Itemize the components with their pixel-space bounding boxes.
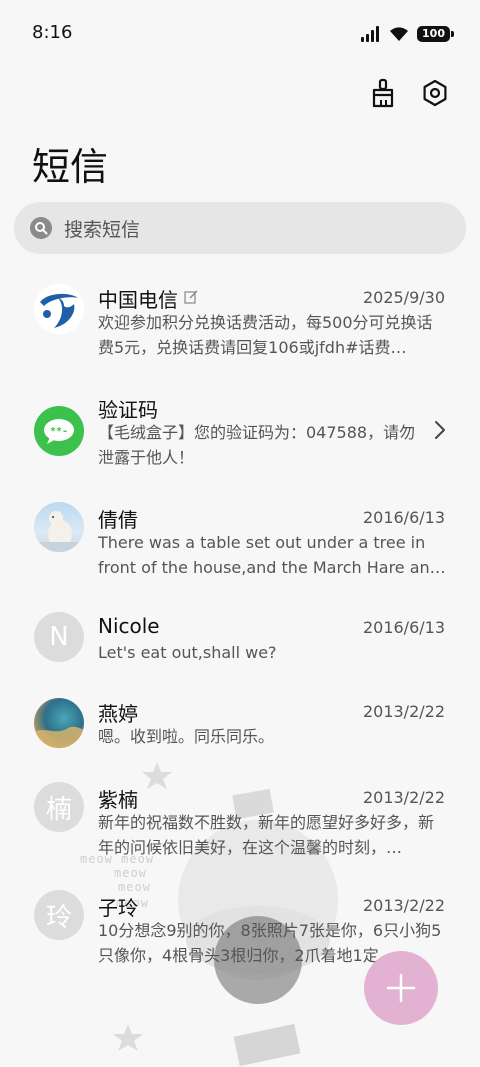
- polar-bear-icon: [34, 511, 84, 552]
- message-date: 2025/9/30: [362, 288, 445, 307]
- conversation-row[interactable]: N Nicole 2016/6/13 Let's eat out,shall w…: [0, 598, 480, 686]
- page-title: 短信: [32, 145, 109, 189]
- message-preview: 欢迎参加积分兑换话费活动，每500分可兑换话费5元，兑换话费请回复106或jfd…: [98, 313, 433, 357]
- message-preview: Let's eat out,shall we?: [98, 643, 277, 662]
- landscape-photo-icon: [34, 726, 84, 748]
- message-preview: 新年的祝福数不胜数，新年的愿望好多好多，新年的问候依旧美好，在这个温馨的时刻，…: [98, 813, 435, 857]
- message-bubble-icon: **-: [44, 419, 74, 444]
- conversation-row[interactable]: 楠 紫楠 2013/2/22 新年的祝福数不胜数，新年的愿望好多好多，新年的问候…: [0, 776, 480, 886]
- conversation-row[interactable]: 中国电信 2025/9/30 欢迎参加积分兑换话费活动，每500分可兑换话费5元…: [0, 268, 480, 378]
- contact-name: 子玲: [98, 896, 138, 920]
- conversation-row[interactable]: 倩倩 2016/6/13 There was a table set out u…: [0, 488, 480, 598]
- search-input[interactable]: 搜索短信: [14, 202, 466, 254]
- new-message-button[interactable]: [364, 951, 438, 1025]
- wifi-icon: [390, 27, 409, 41]
- svg-text:**-: **-: [50, 426, 68, 437]
- top-actions: [366, 76, 452, 110]
- search-icon: [30, 217, 52, 239]
- telecom-logo-icon: [34, 284, 84, 334]
- avatar: [34, 502, 84, 552]
- clean-button[interactable]: [366, 76, 400, 110]
- contact-name: Nicole: [98, 614, 160, 638]
- broom-icon: [372, 78, 394, 108]
- message-date: 2013/2/22: [362, 788, 445, 807]
- settings-button[interactable]: [418, 76, 452, 110]
- message-date: 2013/2/22: [362, 896, 445, 915]
- contact-name: 倩倩: [98, 508, 138, 532]
- avatar: **-: [34, 406, 84, 456]
- message-preview: 【毛绒盒子】您的验证码为：047588，请勿泄露于他人！: [98, 423, 416, 467]
- battery-icon: 100: [417, 26, 454, 42]
- edit-icon: [184, 290, 198, 304]
- settings-icon: [423, 79, 447, 107]
- plus-icon: [386, 973, 416, 1003]
- status-icons: 100: [361, 24, 454, 44]
- avatar: [34, 284, 84, 334]
- contact-name: 中国电信: [98, 288, 178, 312]
- avatar: 楠: [34, 782, 84, 832]
- message-date: 2016/6/13: [362, 508, 445, 527]
- status-time: 8:16: [32, 22, 73, 43]
- message-date: 2016/6/13: [362, 618, 445, 637]
- search-placeholder: 搜索短信: [64, 218, 141, 241]
- avatar: N: [34, 612, 84, 662]
- contact-name: 验证码: [98, 398, 158, 422]
- avatar: 玲: [34, 890, 84, 940]
- contact-name: 燕婷: [98, 702, 138, 726]
- message-date: 2013/2/22: [362, 702, 445, 721]
- message-preview: There was a table set out under a tree i…: [98, 533, 446, 577]
- conversation-row[interactable]: **- 验证码 【毛绒盒子】您的验证码为：047588，请勿泄露于他人！: [0, 378, 480, 488]
- signal-icon: [361, 26, 380, 42]
- conversation-row[interactable]: 燕婷 2013/2/22 嗯。收到啦。同乐同乐。: [0, 686, 480, 776]
- message-preview: 嗯。收到啦。同乐同乐。: [98, 727, 275, 746]
- contact-name: 紫楠: [98, 788, 138, 812]
- avatar: [34, 698, 84, 748]
- status-bar: 8:16 100: [0, 0, 480, 68]
- chevron-right-icon[interactable]: [434, 420, 446, 440]
